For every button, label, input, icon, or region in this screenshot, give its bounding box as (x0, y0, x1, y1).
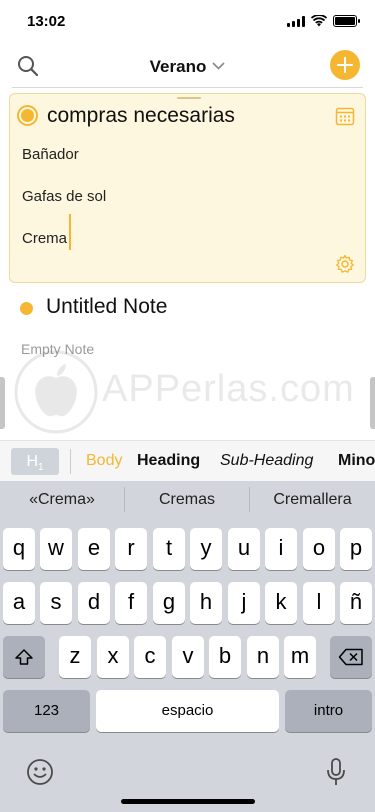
key[interactable]: d (78, 582, 110, 624)
side-handle-left (0, 377, 5, 429)
battery-icon (333, 15, 360, 27)
watermark-text: APPerlas.com (102, 368, 355, 410)
status-time: 13:02 (27, 13, 66, 30)
h1-sub-label: 1 (38, 462, 44, 474)
key[interactable]: h (190, 582, 222, 624)
status-icons (287, 15, 360, 27)
key[interactable]: ñ (340, 582, 372, 624)
note-line[interactable]: Crema (22, 230, 67, 247)
add-note-button[interactable] (330, 50, 360, 80)
key[interactable]: r (115, 528, 147, 570)
note-line[interactable]: Bañador (22, 146, 79, 163)
h1-label: H (26, 453, 38, 470)
side-handle-right (370, 377, 375, 429)
style-heading-button[interactable]: Heading (137, 452, 200, 470)
note-title[interactable]: compras necesarias (47, 104, 235, 128)
key[interactable]: b (209, 636, 241, 678)
cellular-signal-icon (287, 15, 305, 27)
emoji-icon[interactable] (26, 758, 54, 786)
key[interactable]: a (3, 582, 35, 624)
shift-key[interactable] (3, 636, 45, 678)
return-key[interactable]: intro (285, 690, 372, 732)
keyboard: «Crema» Cremas Cremallera q w e r t y u … (0, 481, 375, 812)
toolbar-divider (70, 449, 71, 474)
space-key[interactable]: espacio (96, 690, 279, 732)
key[interactable]: o (303, 528, 335, 570)
wifi-icon (311, 15, 327, 27)
nav-divider (12, 87, 363, 88)
shift-icon (15, 649, 33, 665)
key[interactable]: j (228, 582, 260, 624)
key[interactable]: x (97, 636, 129, 678)
key[interactable]: g (153, 582, 185, 624)
chevron-down-icon (212, 55, 225, 75)
note-title[interactable]: Untitled Note (46, 295, 167, 319)
h1-button[interactable]: H1 (11, 448, 59, 475)
numbers-key[interactable]: 123 (3, 690, 90, 732)
note-card-active[interactable]: compras necesarias Bañador Gafas de sol … (9, 93, 366, 283)
drag-handle[interactable] (177, 97, 201, 99)
key[interactable]: y (190, 528, 222, 570)
suggestion-item[interactable]: «Crema» (0, 481, 124, 518)
apple-logo-icon (14, 350, 98, 434)
key[interactable]: z (59, 636, 91, 678)
key[interactable]: u (228, 528, 260, 570)
key[interactable]: q (3, 528, 35, 570)
key[interactable]: v (172, 636, 204, 678)
key[interactable]: i (265, 528, 297, 570)
key[interactable]: p (340, 528, 372, 570)
note-color-dot[interactable] (17, 105, 38, 126)
key[interactable]: l (303, 582, 335, 624)
key[interactable]: n (247, 636, 279, 678)
delete-icon (338, 648, 363, 666)
key[interactable]: t (153, 528, 185, 570)
suggestion-bar: «Crema» Cremas Cremallera (0, 481, 375, 518)
home-indicator (121, 799, 255, 804)
status-bar: 13:02 (0, 0, 375, 44)
style-subheading-button[interactable]: Sub-Heading (220, 452, 313, 470)
key[interactable]: c (134, 636, 166, 678)
style-body-button[interactable]: Body (86, 452, 122, 470)
nav-bar: Verano (0, 44, 375, 88)
notebook-title: Verano (149, 57, 207, 76)
suggestion-item[interactable]: Cremallera (250, 481, 375, 518)
format-toolbar: H1 Body Heading Sub-Heading Mino (0, 440, 375, 481)
style-minor-button[interactable]: Mino (338, 452, 375, 470)
key[interactable]: m (284, 636, 316, 678)
key[interactable]: e (78, 528, 110, 570)
key[interactable]: s (40, 582, 72, 624)
calendar-icon[interactable] (335, 106, 355, 126)
key[interactable]: f (115, 582, 147, 624)
key[interactable]: k (265, 582, 297, 624)
suggestion-item[interactable]: Cremas (125, 481, 249, 518)
note-color-dot (20, 302, 33, 315)
note-line[interactable]: Gafas de sol (22, 188, 106, 205)
microphone-icon[interactable] (324, 757, 348, 787)
key[interactable]: w (40, 528, 72, 570)
watermark: APPerlas.com (10, 348, 375, 434)
notebook-selector[interactable]: Verano (0, 55, 375, 77)
gear-icon[interactable] (335, 254, 355, 274)
delete-key[interactable] (330, 636, 372, 678)
text-cursor (69, 214, 71, 250)
